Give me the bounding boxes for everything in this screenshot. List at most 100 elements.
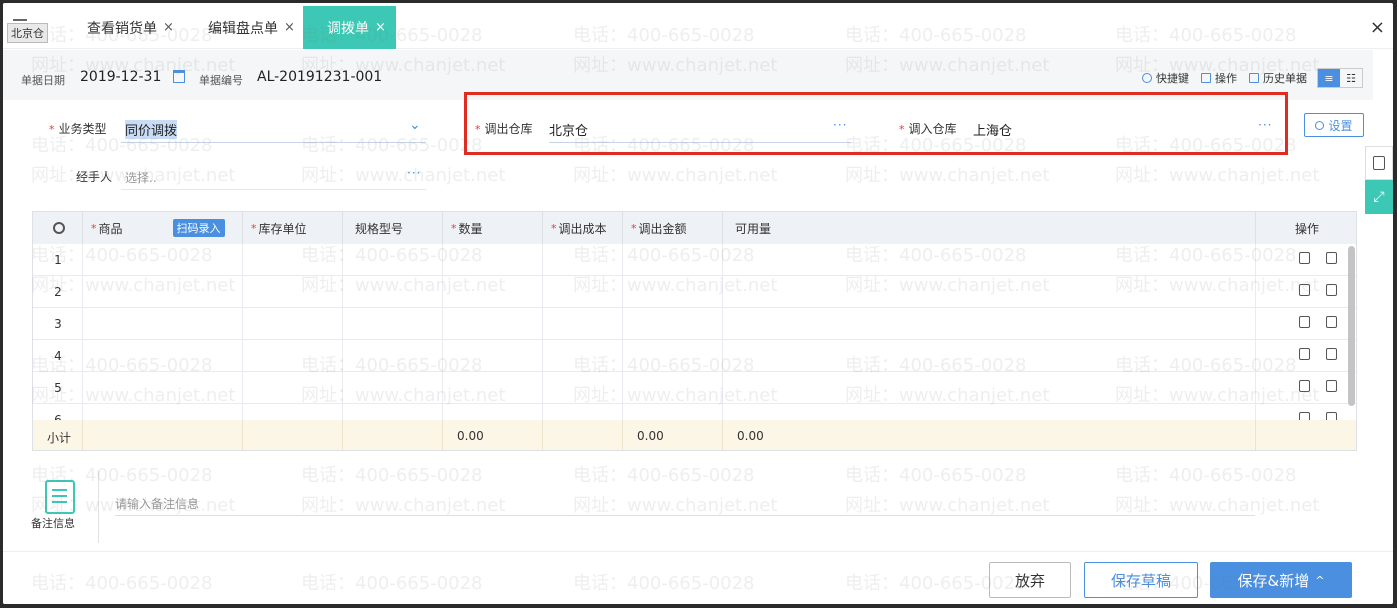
- table-cell[interactable]: [443, 244, 543, 275]
- table-cell[interactable]: [723, 308, 1256, 339]
- table-cell[interactable]: [543, 276, 623, 307]
- table-cell[interactable]: [343, 372, 443, 403]
- table-cell[interactable]: [623, 372, 723, 403]
- chevron-up-icon[interactable]: ^: [1315, 574, 1324, 587]
- tab-view-sales[interactable]: 查看销货单 ×: [87, 6, 174, 49]
- table-cell[interactable]: [543, 244, 623, 275]
- close-icon[interactable]: ×: [284, 20, 295, 35]
- table-cell[interactable]: [543, 372, 623, 403]
- table-row[interactable]: 3: [33, 308, 1356, 340]
- remark-input[interactable]: 请输入备注信息: [115, 495, 199, 512]
- tab-label: 调拨单: [327, 20, 369, 37]
- trash-icon[interactable]: [1299, 284, 1310, 296]
- keyboard-icon: [1142, 73, 1152, 83]
- table-cell[interactable]: [623, 340, 723, 371]
- table-cell[interactable]: [443, 276, 543, 307]
- calendar-icon[interactable]: [173, 70, 185, 83]
- cell: [723, 420, 1256, 450]
- col-label: 调出金额: [638, 221, 687, 236]
- table-cell[interactable]: [623, 244, 723, 275]
- table-cell[interactable]: [343, 244, 443, 275]
- more-icon[interactable]: ···: [407, 166, 421, 180]
- table-row[interactable]: 2: [33, 276, 1356, 308]
- table-cell[interactable]: [723, 244, 1256, 275]
- table-cell[interactable]: [343, 308, 443, 339]
- trash-icon[interactable]: [1299, 252, 1310, 264]
- table-cell[interactable]: [243, 308, 343, 339]
- table-cell[interactable]: [83, 372, 243, 403]
- table-header: * 商品 扫码录入 * 库存单位 规格型号 * 数量 * 调出成本 * 调出金额 可用量 操…: [33, 212, 1356, 244]
- close-icon[interactable]: ×: [163, 20, 174, 35]
- col-label: 操作: [1294, 221, 1319, 236]
- table-cell[interactable]: [83, 244, 243, 275]
- biz-type-select[interactable]: 同价调拨: [125, 120, 178, 139]
- add-row-icon[interactable]: [1326, 284, 1337, 296]
- col-label: 数量: [458, 221, 483, 236]
- column-settings[interactable]: [33, 212, 83, 244]
- table-cell[interactable]: [623, 308, 723, 339]
- trash-icon[interactable]: [1299, 316, 1310, 328]
- add-row-icon[interactable]: [1326, 252, 1337, 264]
- table-cell[interactable]: [83, 276, 243, 307]
- subtotal-amount: 0.00: [637, 429, 664, 443]
- table-cell[interactable]: [343, 340, 443, 371]
- add-row-icon[interactable]: [1326, 348, 1337, 360]
- table-cell[interactable]: [243, 340, 343, 371]
- date-value[interactable]: 2019-12-31: [80, 69, 161, 85]
- doc-no-value: AL-20191231-001: [257, 69, 383, 85]
- table-cell[interactable]: [243, 244, 343, 275]
- expand-tab[interactable]: ⤢: [1365, 180, 1393, 214]
- handler-input[interactable]: 选择..: [125, 169, 157, 186]
- table-cell[interactable]: [83, 340, 243, 371]
- gear-icon: [1315, 120, 1325, 130]
- settings-button[interactable]: 设置: [1304, 113, 1364, 137]
- window-close-icon[interactable]: ×: [1370, 17, 1385, 38]
- table-cell[interactable]: [543, 340, 623, 371]
- doc-no-label: 单据编号: [199, 74, 243, 87]
- chevron-down-icon[interactable]: ⌄: [409, 117, 422, 133]
- table-cell[interactable]: [443, 372, 543, 403]
- col-product: * 商品 扫码录入: [83, 212, 243, 244]
- shortcut-button[interactable]: 快捷键: [1142, 70, 1189, 86]
- col-ops: 操作: [1256, 212, 1356, 244]
- biz-type-field: * 业务类型: [49, 120, 107, 137]
- table-cell[interactable]: [343, 276, 443, 307]
- close-icon[interactable]: ×: [375, 20, 386, 35]
- card-view-icon[interactable]: ☷: [1340, 69, 1362, 87]
- table-cell[interactable]: [443, 308, 543, 339]
- save-and-new-button[interactable]: 保存&新增 ^: [1210, 562, 1352, 598]
- table-cell[interactable]: [723, 276, 1256, 307]
- list-view-icon[interactable]: ≡: [1318, 69, 1340, 87]
- table-cell[interactable]: [243, 276, 343, 307]
- table-cell[interactable]: [723, 372, 1256, 403]
- operation-button[interactable]: 操作: [1201, 70, 1237, 86]
- table-cell[interactable]: [723, 340, 1256, 371]
- table-cell[interactable]: [623, 276, 723, 307]
- view-toggle[interactable]: ≡ ☷: [1317, 68, 1363, 88]
- table-row[interactable]: 1: [33, 244, 1356, 276]
- scan-button[interactable]: 扫码录入: [172, 219, 225, 237]
- trash-icon[interactable]: [1299, 380, 1310, 392]
- discard-button[interactable]: 放弃: [989, 562, 1071, 598]
- add-row-icon[interactable]: [1326, 316, 1337, 328]
- remark-section: 备注信息 请输入备注信息: [3, 465, 1373, 545]
- shortcut-label: 快捷键: [1156, 72, 1189, 85]
- trash-icon[interactable]: [1299, 348, 1310, 360]
- tab-transfer[interactable]: 调拨单 ×: [303, 6, 396, 49]
- handler-label: 经手人: [76, 170, 113, 184]
- add-row-icon[interactable]: [1326, 380, 1337, 392]
- subtotal-label: 小计: [47, 431, 72, 445]
- tab-edit-inventory[interactable]: 编辑盘点单 ×: [208, 6, 295, 49]
- vertical-scrollbar[interactable]: [1348, 246, 1355, 406]
- table-row[interactable]: 4: [33, 340, 1356, 372]
- table-row[interactable]: 5: [33, 372, 1356, 404]
- biz-type-label: 业务类型: [58, 122, 107, 136]
- table-cell[interactable]: [443, 340, 543, 371]
- table-cell[interactable]: [83, 308, 243, 339]
- history-button[interactable]: 历史单据: [1249, 70, 1307, 86]
- notes-tab[interactable]: [1365, 146, 1393, 180]
- table-cell[interactable]: [243, 372, 343, 403]
- footer-bar: 放弃 保存草稿 保存&新增 ^: [3, 551, 1393, 604]
- table-cell[interactable]: [543, 308, 623, 339]
- save-draft-button[interactable]: 保存草稿: [1084, 562, 1198, 598]
